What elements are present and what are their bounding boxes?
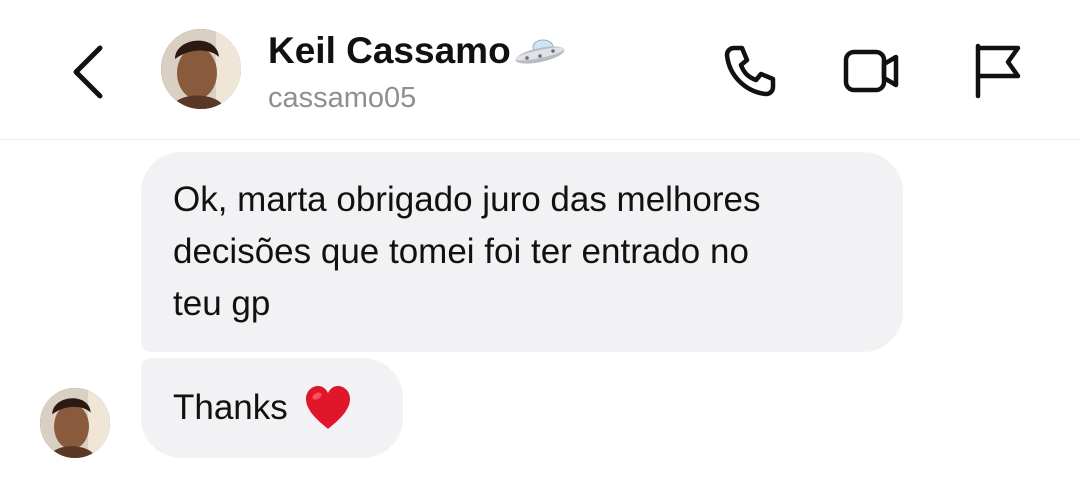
sender-avatar[interactable] xyxy=(40,388,110,458)
ufo-icon xyxy=(513,36,567,66)
contact-name[interactable]: Keil Cassamo xyxy=(268,30,567,72)
flag-icon xyxy=(975,43,1021,99)
phone-icon xyxy=(724,45,776,97)
contact-name-text: Keil Cassamo xyxy=(268,30,511,71)
message-bubble[interactable]: Ok, marta obrigado juro das melhores dec… xyxy=(141,152,903,352)
call-button[interactable] xyxy=(720,40,780,100)
avatar-photo xyxy=(161,29,241,109)
message-text: Thanks xyxy=(173,388,288,427)
video-call-button[interactable] xyxy=(842,40,902,100)
message-line: decisões que tomei foi ter entrado no xyxy=(173,232,749,271)
message-line: Ok, marta obrigado juro das melhores xyxy=(173,180,761,219)
report-button[interactable] xyxy=(968,40,1028,100)
video-camera-icon xyxy=(843,49,899,93)
contact-username: cassamo05 xyxy=(268,82,417,114)
red-heart-icon xyxy=(304,385,352,431)
message-bubble[interactable]: Thanks xyxy=(141,358,403,458)
avatar-photo xyxy=(40,388,110,458)
chat-header: Keil Cassamo cassamo05 xyxy=(0,0,1080,140)
chevron-left-icon xyxy=(73,45,103,99)
back-button[interactable] xyxy=(60,38,120,106)
contact-avatar[interactable] xyxy=(161,29,241,109)
message-line: teu gp xyxy=(173,284,271,323)
